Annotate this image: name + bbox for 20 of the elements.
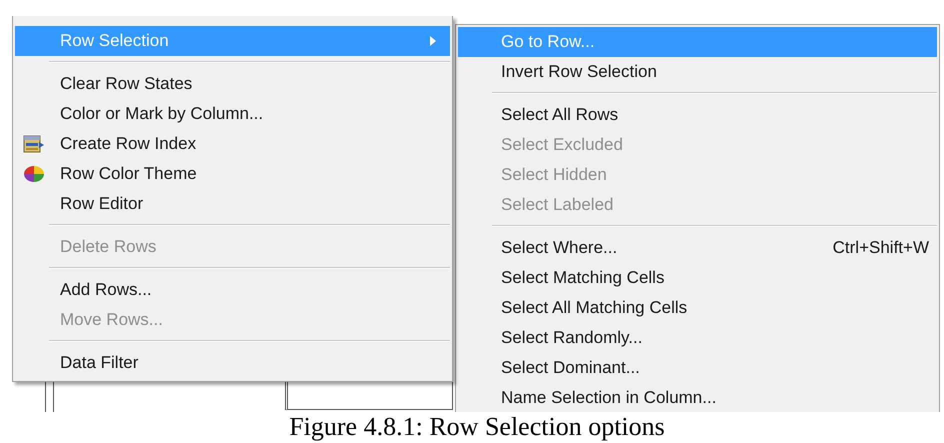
menu-item[interactable]: Select All Rows (458, 100, 937, 130)
menu-item[interactable]: Name Selection in Column... (458, 383, 937, 412)
menu-item[interactable]: Create Row Index (15, 129, 450, 159)
figure-caption: Figure 4.8.1: Row Selection options (288, 412, 665, 442)
color-wheel-icon (23, 165, 45, 183)
menu-item[interactable]: Select Dominant... (458, 353, 937, 383)
menu-item[interactable]: Row Editor (15, 189, 450, 219)
menu-item[interactable]: Data Filter (15, 348, 450, 378)
menu-item[interactable]: Add Rows... (15, 275, 450, 305)
menu-item[interactable]: Clear Row States (15, 69, 450, 99)
table-cell (45, 382, 54, 412)
shortcut-label: Ctrl+Shift+W (832, 238, 929, 258)
menu-item[interactable]: Select All Matching Cells (458, 293, 937, 323)
menu-item[interactable]: Select Matching Cells (458, 263, 937, 293)
menu-item[interactable]: Select Where... Ctrl+Shift+W (458, 233, 937, 263)
menu-item[interactable]: Select Randomly... (458, 323, 937, 353)
menu-item[interactable]: Color or Mark by Column... (15, 99, 450, 129)
table-index-icon (23, 135, 45, 153)
menu-item[interactable]: Invert Row Selection (458, 57, 937, 87)
menu-item[interactable]: Row Color Theme (15, 159, 450, 189)
